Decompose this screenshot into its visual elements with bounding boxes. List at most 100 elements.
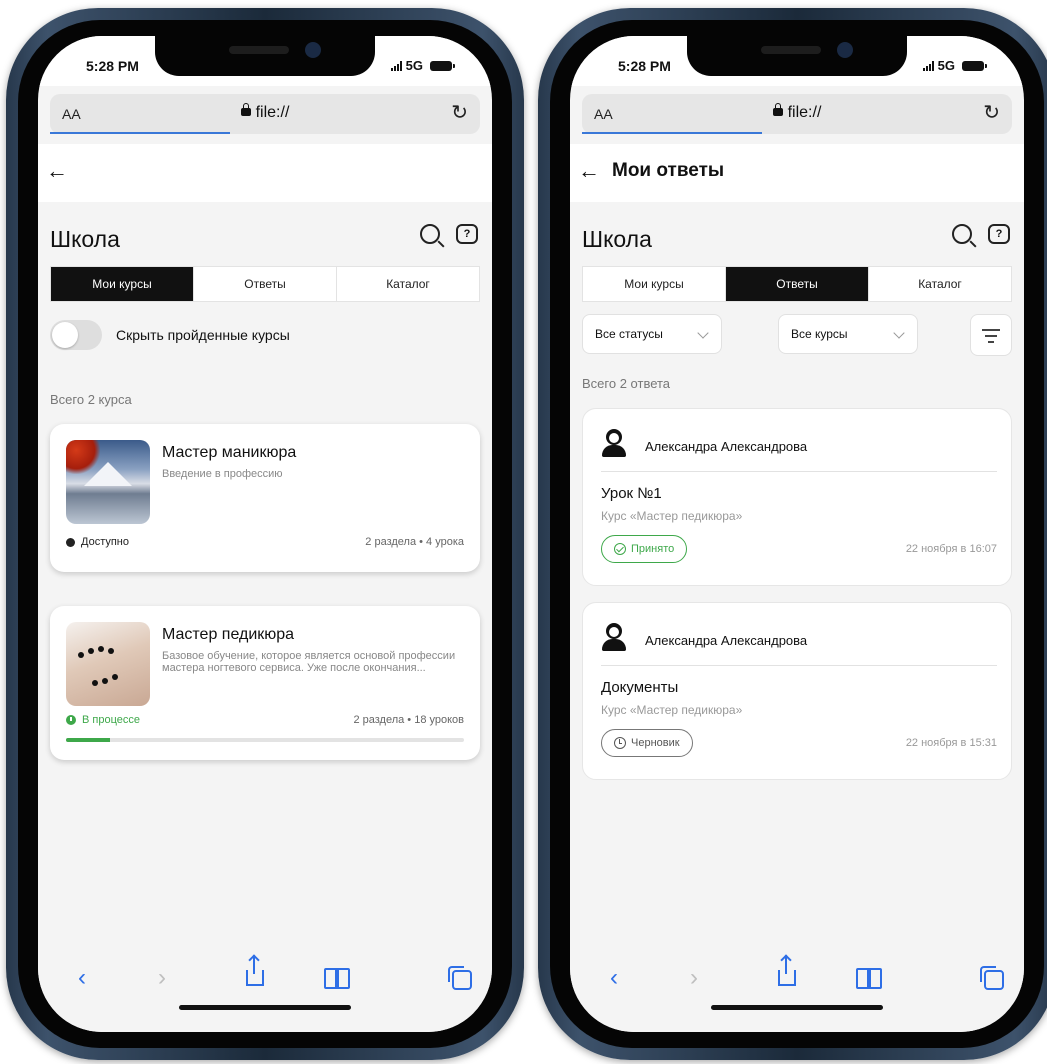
clock-icon	[66, 715, 76, 725]
tab-bar: Мои курсы Ответы Каталог	[50, 266, 480, 302]
tabs-icon[interactable]	[448, 966, 472, 990]
share-icon[interactable]	[778, 956, 796, 986]
tab-catalog[interactable]: Каталог	[337, 267, 479, 301]
clock-icon	[614, 737, 626, 749]
tab-answers[interactable]: Ответы	[726, 267, 869, 301]
answer-author: Александра Александрова	[645, 439, 808, 454]
avatar	[601, 623, 627, 651]
lock-icon	[240, 103, 251, 116]
help-icon[interactable]: ?	[456, 224, 478, 244]
answer-date: 22 ноября в 16:07	[905, 543, 997, 555]
tab-my-courses[interactable]: Мои курсы	[51, 267, 194, 301]
status-badge: Черновик	[601, 729, 693, 757]
status-network: 5G	[922, 58, 987, 73]
share-icon[interactable]	[246, 956, 264, 986]
home-indicator	[711, 1005, 883, 1010]
page-load-progress	[582, 132, 762, 134]
tab-catalog[interactable]: Каталог	[869, 267, 1011, 301]
phone-left: 5:28 PM 5G AA file:// ↻ ← Школа ? Мои ку…	[6, 8, 524, 1060]
network-label: 5G	[405, 58, 423, 73]
course-meta: 2 раздела • 18 уроков	[353, 714, 464, 726]
forward-icon[interactable]: ›	[158, 964, 166, 992]
status-time: 5:28 PM	[618, 58, 671, 74]
bookmarks-icon[interactable]	[856, 968, 882, 989]
tab-bar: Мои курсы Ответы Каталог	[582, 266, 1012, 302]
course-status: В процессе	[66, 714, 140, 726]
course-description: Введение в профессию	[162, 468, 283, 480]
forward-icon[interactable]: ›	[690, 964, 698, 992]
bookmarks-icon[interactable]	[324, 968, 350, 989]
course-card[interactable]: Мастер маникюра Введение в профессию Дос…	[50, 424, 480, 572]
main-content: Школа ? Мои курсы Ответы Каталог Скрыть …	[38, 202, 492, 942]
answers-total: Всего 2 ответа	[582, 376, 671, 391]
answer-lesson: Документы	[601, 679, 679, 696]
hide-completed-toggle[interactable]	[50, 320, 102, 350]
search-icon[interactable]	[420, 224, 440, 244]
chevron-down-icon	[697, 327, 709, 339]
answer-author: Александра Александрова	[645, 633, 808, 648]
address-bar[interactable]: AA file:// ↻	[50, 94, 480, 134]
reload-icon[interactable]: ↻	[451, 100, 468, 125]
course-footer: В процессе 2 раздела • 18 уроков	[66, 714, 464, 726]
courses-total: Всего 2 курса	[50, 392, 132, 407]
phone-right: 5:28 PM 5G AA file:// ↻ ← Мои ответы Шко…	[538, 8, 1047, 1060]
status-dot-icon	[66, 537, 75, 547]
tabs-icon[interactable]	[980, 966, 1004, 990]
page-title: Школа	[50, 226, 120, 252]
browser-toolbar: ‹ ›	[38, 942, 492, 1032]
back-arrow-icon[interactable]: ←	[578, 158, 600, 184]
course-thumbnail	[66, 440, 150, 524]
back-icon[interactable]: ‹	[78, 964, 86, 992]
course-status: Доступно	[66, 536, 129, 548]
page-load-progress	[50, 132, 230, 134]
main-content: Школа ? Мои курсы Ответы Каталог Все ста…	[570, 202, 1024, 942]
hide-completed-label: Скрыть пройденные курсы	[116, 327, 290, 343]
course-thumbnail	[66, 622, 150, 706]
back-arrow-icon[interactable]: ←	[46, 158, 68, 184]
filter-button[interactable]	[970, 314, 1012, 356]
course-card[interactable]: Мастер педикюра Базовое обучение, которо…	[50, 606, 480, 760]
course-footer: Доступно 2 раздела • 4 урока	[66, 536, 464, 548]
answer-lesson: Урок №1	[601, 485, 662, 502]
status-network: 5G	[390, 58, 455, 73]
browser-toolbar: ‹ ›	[570, 942, 1024, 1032]
help-icon[interactable]: ?	[988, 224, 1010, 244]
answer-date: 22 ноября в 15:31	[905, 737, 997, 749]
answer-card[interactable]: Александра Александрова Документы Курс «…	[582, 602, 1012, 780]
course-filter-select[interactable]: Все курсы	[778, 314, 918, 354]
home-indicator	[179, 1005, 351, 1010]
status-time: 5:28 PM	[86, 58, 139, 74]
screen-left: 5:28 PM 5G AA file:// ↻ ← Школа ? Мои ку…	[38, 36, 492, 1032]
tab-answers[interactable]: Ответы	[194, 267, 337, 301]
signal-icon	[922, 60, 934, 71]
status-filter-select[interactable]: Все статусы	[582, 314, 722, 354]
network-label: 5G	[937, 58, 955, 73]
hide-completed-row: Скрыть пройденные курсы	[50, 320, 290, 350]
back-icon[interactable]: ‹	[610, 964, 618, 992]
signal-icon	[390, 60, 402, 71]
answer-card[interactable]: Александра Александрова Урок №1 Курс «Ма…	[582, 408, 1012, 586]
course-description: Базовое обучение, которое является основ…	[162, 650, 456, 674]
header-icons: ?	[420, 224, 478, 244]
header-icons: ?	[952, 224, 1010, 244]
answer-course: Курс «Мастер педикюра»	[601, 703, 743, 717]
app-navbar: ←	[38, 144, 492, 202]
url-text: file://	[50, 103, 480, 122]
navbar-title: Мои ответы	[612, 160, 725, 181]
notch	[155, 36, 375, 76]
page-title: Школа	[582, 226, 652, 252]
reload-icon[interactable]: ↻	[983, 100, 1000, 125]
battery-icon	[962, 60, 987, 71]
course-title: Мастер маникюра	[162, 444, 297, 461]
search-icon[interactable]	[952, 224, 972, 244]
tab-my-courses[interactable]: Мои курсы	[583, 267, 726, 301]
chevron-down-icon	[893, 327, 905, 339]
notch	[687, 36, 907, 76]
course-title: Мастер педикюра	[162, 626, 295, 643]
address-bar[interactable]: AA file:// ↻	[582, 94, 1012, 134]
course-progress-fill	[66, 738, 110, 742]
app-navbar: ← Мои ответы	[570, 144, 1024, 202]
url-text: file://	[582, 103, 1012, 122]
status-badge: Принято	[601, 535, 688, 563]
divider	[601, 665, 997, 666]
